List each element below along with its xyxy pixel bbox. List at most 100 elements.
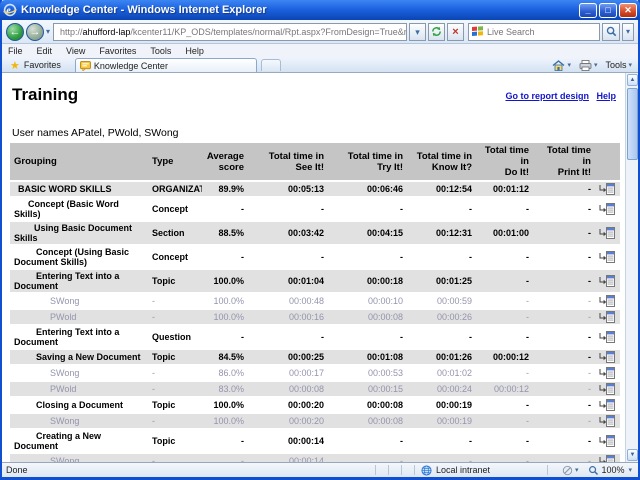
open-report-details-icon[interactable]: [595, 293, 620, 309]
open-report-details-icon[interactable]: [595, 381, 620, 397]
printer-icon: [579, 59, 592, 71]
title-bar[interactable]: e Knowledge Center - Windows Internet Ex…: [0, 0, 640, 20]
open-report-details-icon[interactable]: [595, 197, 620, 221]
print-button[interactable]: ▾: [579, 59, 598, 71]
scrollbar-thumb[interactable]: [627, 88, 638, 160]
open-report-details-icon[interactable]: [595, 221, 620, 245]
scroll-up-icon[interactable]: ▲: [627, 74, 638, 86]
column-header-3: Total time in See It!: [248, 143, 328, 181]
table-row: PWold -100.0% 00:00:16 00:00:08 00:00:26- -: [10, 309, 620, 325]
table-row: Closing a Document Topic 100.0% 00:00:20 00:…: [10, 397, 620, 413]
zoom-magnifier-icon: [589, 465, 599, 475]
open-report-details-icon[interactable]: [595, 397, 620, 413]
value-cell: 00:00:17: [288, 368, 324, 378]
value-cell: -: [533, 181, 595, 197]
type-cell: -: [148, 309, 202, 325]
value-cell: -: [328, 453, 407, 462]
home-button[interactable]: ▾: [552, 59, 571, 71]
value-cell: 00:00:12: [476, 349, 533, 365]
value-cell: 00:01:02: [436, 368, 472, 378]
table-row: SWong - -00:00:14- - - -: [10, 453, 620, 462]
maximize-button[interactable]: □: [599, 2, 617, 18]
search-options-dropdown-icon[interactable]: ▾: [622, 22, 634, 41]
open-report-details-icon[interactable]: [595, 269, 620, 293]
status-bar: Done Local intranet ▾ 100% ▾: [2, 462, 638, 477]
refresh-button[interactable]: [428, 22, 445, 41]
url-host: ahufford-lap: [82, 26, 131, 37]
value-cell: 88.5%: [202, 221, 248, 245]
type-cell: Concept: [152, 204, 188, 214]
open-report-details-icon[interactable]: [595, 325, 620, 349]
new-tab-button[interactable]: [260, 59, 281, 71]
tab-knowledge-center[interactable]: Knowledge Center: [74, 58, 257, 72]
security-zone: Local intranet: [421, 464, 541, 476]
minimize-button[interactable]: _: [579, 2, 597, 18]
favorites-star-icon: ★: [10, 59, 20, 72]
open-report-details-icon[interactable]: [595, 181, 620, 197]
type-cell: -: [152, 368, 155, 378]
grouping-cell: PWold: [10, 381, 148, 397]
search-go-button[interactable]: [602, 22, 620, 41]
search-box[interactable]: [468, 22, 600, 41]
value-cell: 00:00:08: [366, 400, 403, 410]
grouping-cell: SWong: [10, 453, 148, 462]
zoom-control[interactable]: 100% ▾: [588, 465, 634, 476]
grouping-cell: Creating a New Document: [14, 431, 102, 451]
value-cell: 100.0%: [202, 269, 248, 293]
phishing-filter-icon: [562, 465, 573, 475]
history-dropdown-icon[interactable]: ▾: [46, 27, 50, 36]
scroll-down-icon[interactable]: ▼: [627, 449, 638, 461]
grouping-cell: PWold: [10, 309, 148, 325]
value-cell: 100.0%: [202, 413, 248, 429]
type-cell: -: [148, 453, 202, 462]
grouping-cell: Entering Text into a Document: [10, 269, 148, 293]
table-row: Concept (Basic Word Skills) Concept - - - - - -: [10, 197, 620, 221]
menu-item-favorites[interactable]: Favorites: [99, 46, 136, 56]
value-cell: -: [476, 453, 533, 462]
table-header-row: Grouping Type Average score Total time in See…: [10, 143, 620, 181]
menu-item-tools[interactable]: Tools: [150, 46, 171, 56]
value-cell: 00:01:04: [248, 269, 328, 293]
tools-menu-button[interactable]: Tools ▾: [605, 60, 632, 70]
address-bar[interactable]: http://ahufford-lap/kcenter11/KP_ODS/tem…: [53, 22, 407, 41]
help-link[interactable]: Help: [596, 91, 616, 101]
open-report-details-icon[interactable]: [595, 349, 620, 365]
close-button[interactable]: ✕: [619, 2, 637, 18]
open-report-details-icon[interactable]: [595, 245, 620, 269]
back-button[interactable]: ←: [6, 22, 24, 41]
go-to-report-design-link[interactable]: Go to report design: [505, 91, 589, 101]
table-row: PWold -83.0% 00:00:08 00:00:15 00:00:24 00:00…: [10, 381, 620, 397]
value-cell: -: [526, 400, 529, 410]
menu-item-file[interactable]: File: [8, 46, 23, 56]
vertical-scrollbar[interactable]: ▲ ▼: [625, 73, 638, 462]
type-cell: -: [152, 296, 155, 306]
value-cell: -: [588, 400, 591, 410]
search-input[interactable]: [487, 26, 577, 37]
open-report-details-icon[interactable]: [595, 309, 620, 325]
grouping-cell: SWong: [10, 413, 148, 429]
forward-button[interactable]: →: [26, 22, 44, 41]
grouping-cell: Concept (Using Basic Document Skills): [14, 247, 130, 267]
address-dropdown-icon[interactable]: ▾: [409, 22, 426, 41]
open-report-details-icon[interactable]: [595, 365, 620, 381]
menu-item-view[interactable]: View: [66, 46, 85, 56]
status-text: Done: [6, 465, 28, 475]
print-dropdown-icon[interactable]: ▾: [594, 61, 598, 69]
menu-item-help[interactable]: Help: [185, 46, 204, 56]
open-report-details-icon[interactable]: [595, 429, 620, 453]
favorites-button[interactable]: ★ Favorites: [2, 58, 69, 72]
value-cell: 00:00:19: [407, 413, 476, 429]
value-cell: -: [469, 436, 472, 446]
type-cell: Topic: [148, 269, 202, 293]
open-report-details-icon[interactable]: [595, 453, 620, 462]
phishing-filter-button[interactable]: ▾: [562, 465, 581, 476]
open-report-details-icon[interactable]: [595, 413, 620, 429]
stop-button[interactable]: ×: [447, 22, 464, 41]
column-header-4: Total time in Try It!: [328, 143, 407, 181]
home-dropdown-icon[interactable]: ▾: [567, 61, 571, 69]
type-cell: Topic: [152, 436, 176, 446]
value-cell: -: [533, 221, 595, 245]
value-cell: -: [588, 252, 591, 262]
menu-item-edit[interactable]: Edit: [37, 46, 53, 56]
value-cell: -: [476, 309, 533, 325]
